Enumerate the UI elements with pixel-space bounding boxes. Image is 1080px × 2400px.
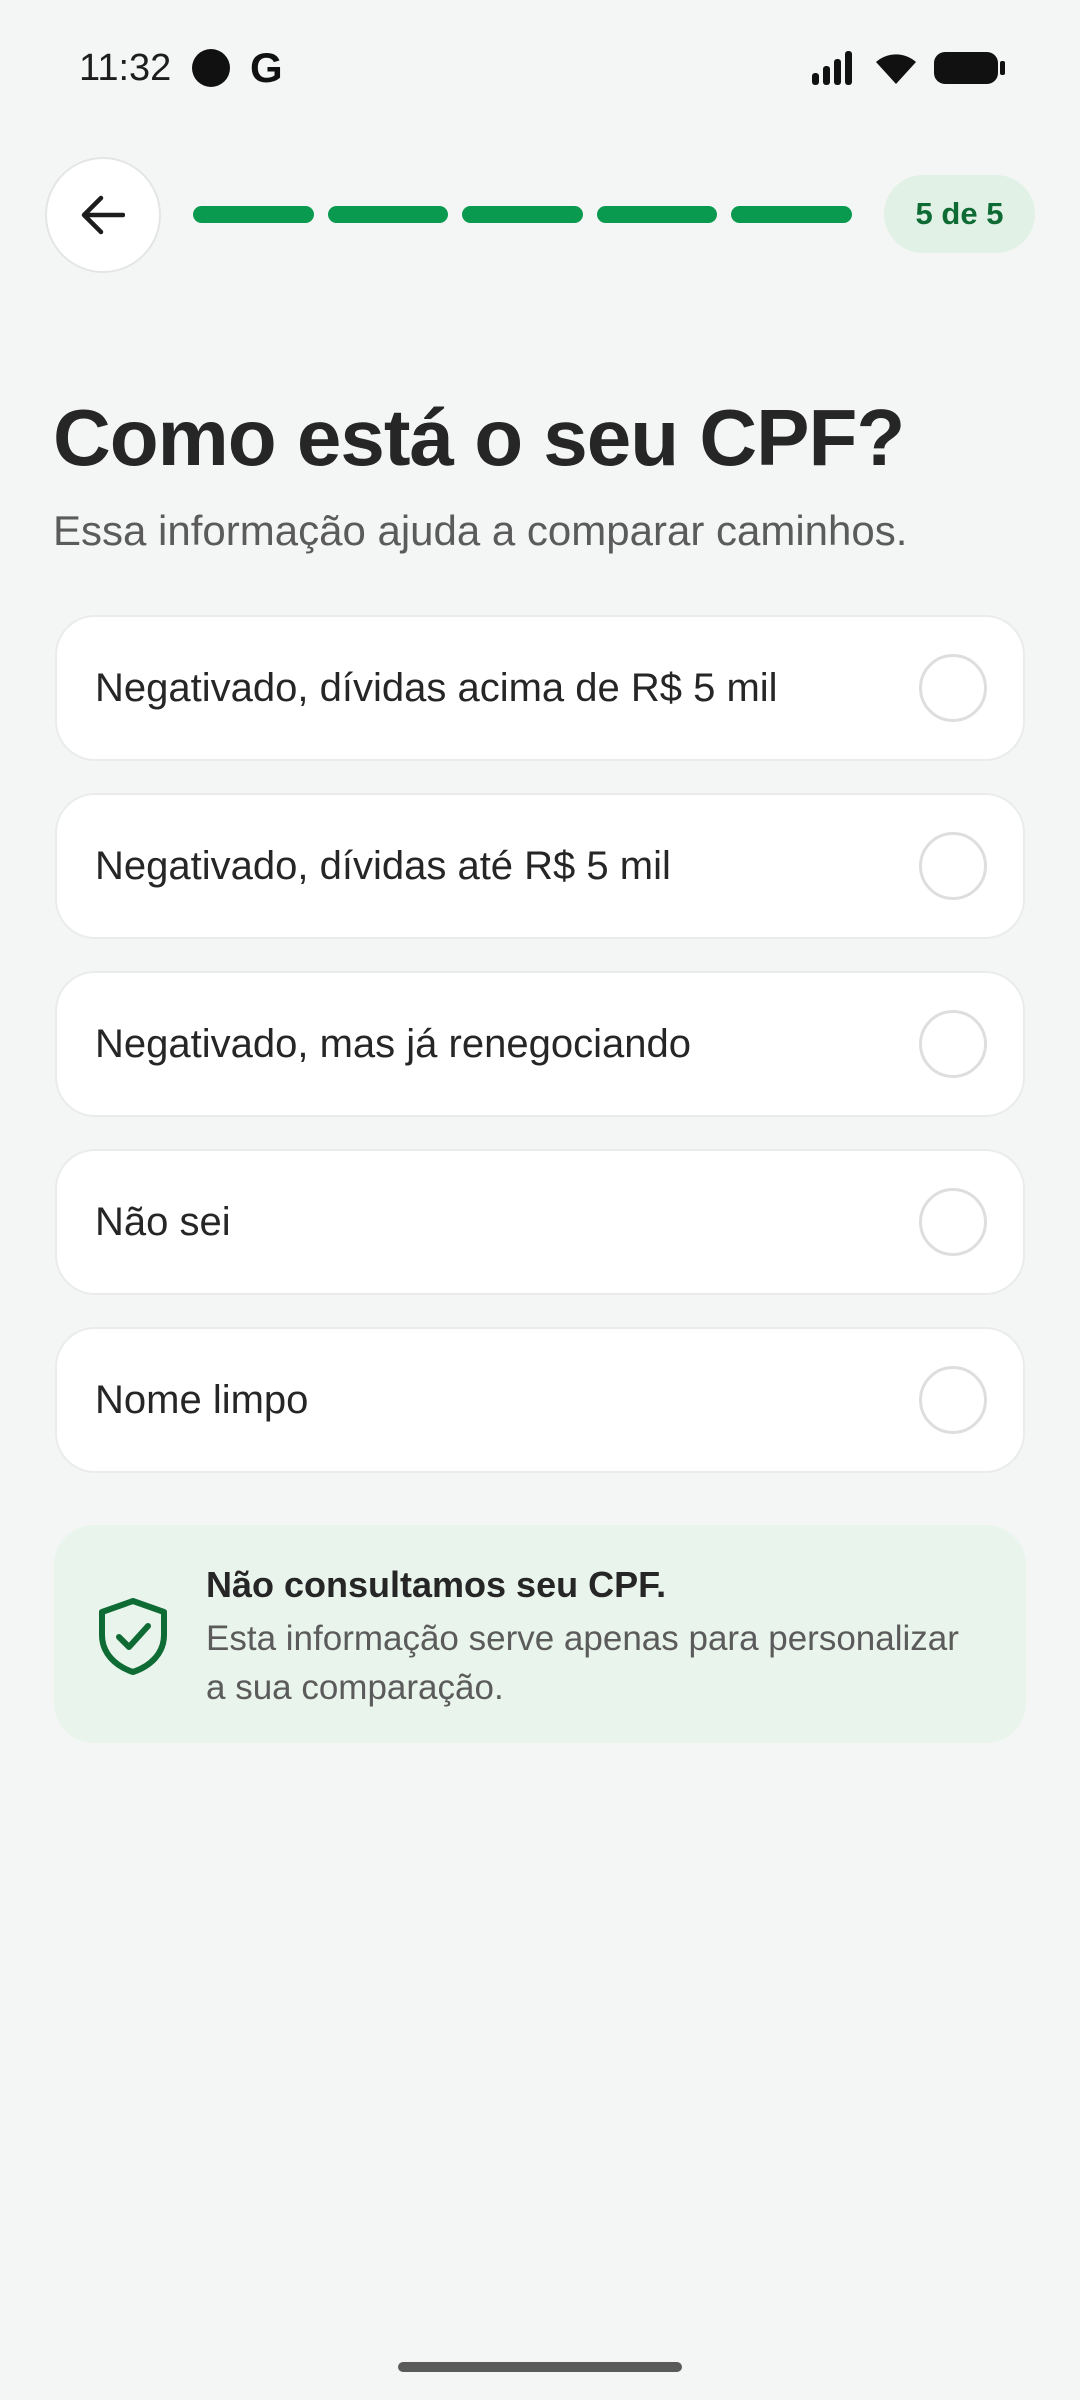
option-label: Negativado, dívidas acima de R$ 5 mil <box>95 665 778 710</box>
radio-button[interactable] <box>919 1010 987 1078</box>
progress-segment <box>596 206 718 223</box>
signal-icon <box>812 51 852 85</box>
progress-segment <box>193 206 314 223</box>
status-time: 11:32 <box>79 47 172 89</box>
progress-segment <box>327 206 449 223</box>
radio-button[interactable] <box>919 654 987 722</box>
cpf-status-options: Negativado, dívidas acima de R$ 5 mil Ne… <box>55 615 1025 1505</box>
progress-segment <box>462 206 583 223</box>
wifi-icon <box>876 54 916 84</box>
option-negativado-ate-5mil[interactable]: Negativado, dívidas até R$ 5 mil <box>55 793 1025 939</box>
step-badge: 5 de 5 <box>884 175 1035 253</box>
option-label: Negativado, dívidas até R$ 5 mil <box>95 843 671 888</box>
option-label: Negativado, mas já renegociando <box>95 1021 691 1066</box>
progress-segment <box>731 206 852 223</box>
radio-button[interactable] <box>919 1188 987 1256</box>
privacy-info-card: Não consultamos seu CPF. Esta informação… <box>54 1525 1026 1743</box>
arrow-left-icon <box>81 195 125 235</box>
battery-icon <box>934 52 1005 84</box>
option-negativado-renegociando[interactable]: Negativado, mas já renegociando <box>55 971 1025 1117</box>
home-indicator[interactable] <box>398 2362 682 2372</box>
radio-button[interactable] <box>919 1366 987 1434</box>
radio-button[interactable] <box>919 832 987 900</box>
option-negativado-acima-5mil[interactable]: Negativado, dívidas acima de R$ 5 mil <box>55 615 1025 761</box>
back-button[interactable] <box>45 157 161 273</box>
page-title: Como está o seu CPF? <box>53 393 905 482</box>
option-label: Não sei <box>95 1199 231 1244</box>
info-title: Não consultamos seu CPF. <box>206 1564 667 1605</box>
option-nao-sei[interactable]: Não sei <box>55 1149 1025 1295</box>
google-app-icon: G <box>250 44 283 91</box>
progress-bar <box>193 206 852 223</box>
shield-check-icon <box>99 1598 167 1675</box>
option-nome-limpo[interactable]: Nome limpo <box>55 1327 1025 1473</box>
status-icons <box>812 46 1006 90</box>
option-label: Nome limpo <box>95 1377 309 1422</box>
status-bar: 11:32 G <box>0 0 1080 135</box>
notification-dot-icon <box>192 49 230 87</box>
page-subtitle: Essa informação ajuda a comparar caminho… <box>53 507 908 554</box>
info-text: Esta informação serve apenas para person… <box>206 1619 959 1707</box>
